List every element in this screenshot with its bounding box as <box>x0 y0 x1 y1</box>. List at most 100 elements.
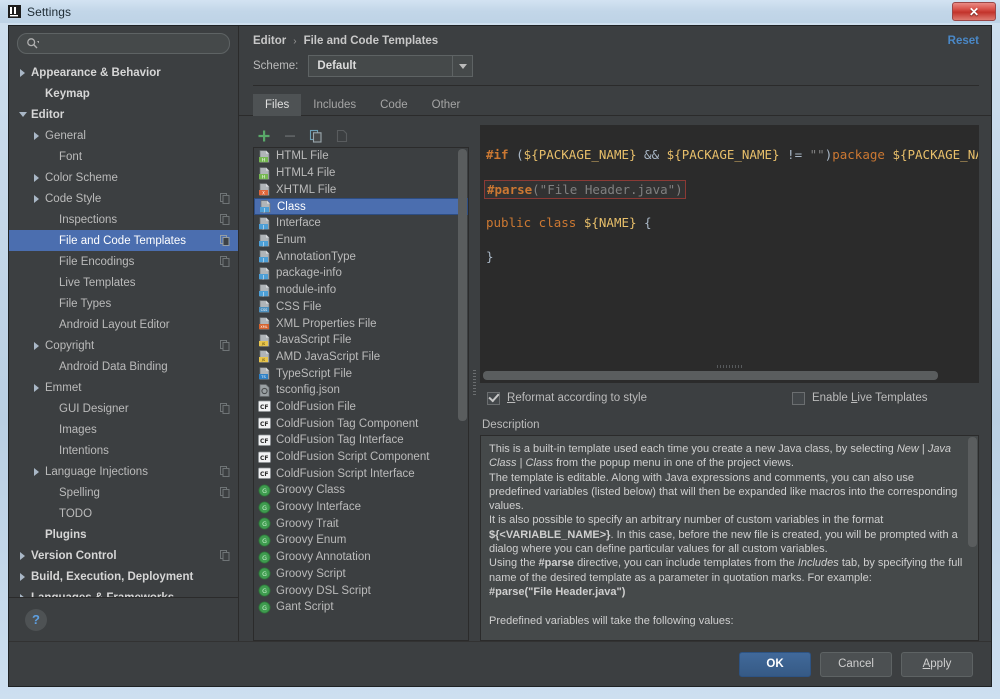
sidebar-item-general[interactable]: General <box>9 125 238 146</box>
sidebar-item-file-types[interactable]: File Types <box>9 293 238 314</box>
template-list-item[interactable]: JInterface <box>254 215 468 232</box>
sidebar-item-appearance-behavior[interactable]: Appearance & Behavior <box>9 62 238 83</box>
template-list-item[interactable]: GGroovy Script <box>254 566 468 583</box>
sidebar-item-android-layout-editor[interactable]: Android Layout Editor <box>9 314 238 335</box>
ok-button[interactable]: OK <box>739 652 811 677</box>
template-list-item-label: Gant Script <box>276 601 334 613</box>
copy-template-button[interactable] <box>308 128 324 144</box>
description-scrollbar[interactable] <box>968 437 977 639</box>
template-list-item[interactable]: TSTypeScript File <box>254 365 468 382</box>
template-list-item[interactable]: JAnnotationType <box>254 248 468 265</box>
scheme-dropdown[interactable]: Default <box>308 55 473 77</box>
sidebar-item-code-style[interactable]: Code Style <box>9 188 238 209</box>
scrollbar-thumb[interactable] <box>968 437 977 547</box>
tab-files[interactable]: Files <box>253 94 301 116</box>
sidebar-item-todo[interactable]: TODO <box>9 503 238 524</box>
sidebar-item-gui-designer[interactable]: GUI Designer <box>9 398 238 419</box>
search-input[interactable] <box>41 37 221 51</box>
code-horizontal-scrollbar[interactable] <box>483 371 976 380</box>
chevron-right-icon[interactable] <box>31 466 42 477</box>
chevron-right-icon[interactable] <box>31 193 42 204</box>
chevron-right-icon[interactable] <box>17 67 28 78</box>
checkbox-indicator[interactable] <box>487 392 500 405</box>
template-list-item[interactable]: XMLXML Properties File <box>254 315 468 332</box>
sidebar-item-inspections[interactable]: Inspections <box>9 209 238 230</box>
sidebar-item-copyright[interactable]: Copyright <box>9 335 238 356</box>
sidebar-item-font[interactable]: Font <box>9 146 238 167</box>
cancel-button[interactable]: Cancel <box>820 652 892 677</box>
template-list-item[interactable]: tsconfig.json <box>254 382 468 399</box>
template-list-item[interactable]: GGroovy Trait <box>254 515 468 532</box>
editor-resize-grip-icon[interactable] <box>717 365 743 368</box>
template-list-item[interactable]: GGroovy Interface <box>254 499 468 516</box>
sidebar-item-images[interactable]: Images <box>9 419 238 440</box>
template-list-item[interactable]: XXHTML File <box>254 181 468 198</box>
template-list-item[interactable]: CFColdFusion Tag Interface <box>254 432 468 449</box>
template-list-item[interactable]: GGant Script <box>254 599 468 616</box>
sidebar-item-live-templates[interactable]: Live Templates <box>9 272 238 293</box>
scrollbar-thumb[interactable] <box>483 371 938 380</box>
sidebar-item-color-scheme[interactable]: Color Scheme <box>9 167 238 188</box>
chevron-down-icon[interactable] <box>17 109 28 120</box>
tab-code[interactable]: Code <box>368 94 420 116</box>
chevron-right-icon[interactable] <box>17 592 28 597</box>
vertical-splitter[interactable] <box>469 125 480 641</box>
sidebar-item-label: File Encodings <box>59 256 220 268</box>
template-list-item[interactable]: CFColdFusion File <box>254 399 468 416</box>
template-list-item[interactable]: CFColdFusion Script Interface <box>254 465 468 482</box>
template-list-item[interactable]: JSJavaScript File <box>254 332 468 349</box>
chevron-right-icon[interactable] <box>17 550 28 561</box>
sidebar-item-keymap[interactable]: Keymap <box>9 83 238 104</box>
template-list-item[interactable]: JClass <box>254 198 468 215</box>
sidebar-item-build-execution-deployment[interactable]: Build, Execution, Deployment <box>9 566 238 587</box>
template-code-editor[interactable]: #if (${PACKAGE_NAME} && ${PACKAGE_NAME} … <box>480 125 979 383</box>
sidebar-item-editor[interactable]: Editor <box>9 104 238 125</box>
template-list-item[interactable]: GGroovy DSL Script <box>254 582 468 599</box>
chevron-right-icon[interactable] <box>31 340 42 351</box>
sidebar-item-file-encodings[interactable]: File Encodings <box>9 251 238 272</box>
template-list-item[interactable]: GGroovy Annotation <box>254 549 468 566</box>
sidebar-item-intentions[interactable]: Intentions <box>9 440 238 461</box>
code-text[interactable]: #if (${PACKAGE_NAME} && ${PACKAGE_NAME} … <box>481 126 978 299</box>
close-icon[interactable]: ✕ <box>952 2 996 21</box>
sidebar-item-file-and-code-templates[interactable]: File and Code Templates <box>9 230 238 251</box>
template-list-item[interactable]: CFColdFusion Tag Component <box>254 415 468 432</box>
live-templates-checkbox[interactable]: Enable Live Templates <box>792 392 928 405</box>
template-list-item[interactable]: GGroovy Enum <box>254 532 468 549</box>
template-list-item-label: Groovy Enum <box>276 534 346 546</box>
search-box[interactable] <box>17 33 230 54</box>
chevron-right-icon[interactable] <box>31 172 42 183</box>
add-template-button[interactable] <box>256 128 272 144</box>
apply-button[interactable]: Apply <box>901 652 973 677</box>
chevron-right-icon[interactable] <box>31 130 42 141</box>
tab-other[interactable]: Other <box>420 94 473 116</box>
sidebar-item-spelling[interactable]: Spelling <box>9 482 238 503</box>
template-list-item[interactable]: JEnum <box>254 232 468 249</box>
template-list-item[interactable]: Jpackage-info <box>254 265 468 282</box>
sidebar-item-android-data-binding[interactable]: Android Data Binding <box>9 356 238 377</box>
template-list-scrollbar[interactable] <box>458 149 467 639</box>
chevron-down-icon[interactable] <box>452 56 472 76</box>
tab-includes[interactable]: Includes <box>301 94 368 116</box>
scrollbar-thumb[interactable] <box>458 149 467 421</box>
breadcrumb-parent[interactable]: Editor <box>253 35 286 47</box>
template-list-item[interactable]: HHTML File <box>254 148 468 165</box>
template-list-item[interactable]: JSAMD JavaScript File <box>254 349 468 366</box>
template-list-item[interactable]: GGroovy Class <box>254 482 468 499</box>
chevron-right-icon[interactable] <box>31 382 42 393</box>
template-list-item[interactable]: HHTML4 File <box>254 165 468 182</box>
template-list-item[interactable]: Jmodule-info <box>254 282 468 299</box>
reset-link[interactable]: Reset <box>948 35 979 47</box>
help-icon[interactable]: ? <box>25 609 47 631</box>
template-list-item[interactable]: CFColdFusion Script Component <box>254 449 468 466</box>
sidebar-item-emmet[interactable]: Emmet <box>9 377 238 398</box>
checkbox-indicator[interactable] <box>792 392 805 405</box>
sidebar-item-plugins[interactable]: Plugins <box>9 524 238 545</box>
sidebar-item-language-injections[interactable]: Language Injections <box>9 461 238 482</box>
chevron-right-icon[interactable] <box>17 571 28 582</box>
reformat-checkbox[interactable]: Reformat according to style <box>487 392 647 405</box>
template-list-item[interactable]: CSSCSS File <box>254 299 468 316</box>
sidebar-item-languages-frameworks[interactable]: Languages & Frameworks <box>9 587 238 597</box>
sidebar-item-version-control[interactable]: Version Control <box>9 545 238 566</box>
template-list[interactable]: HHTML FileHHTML4 FileXXHTML FileJClassJI… <box>253 147 469 641</box>
